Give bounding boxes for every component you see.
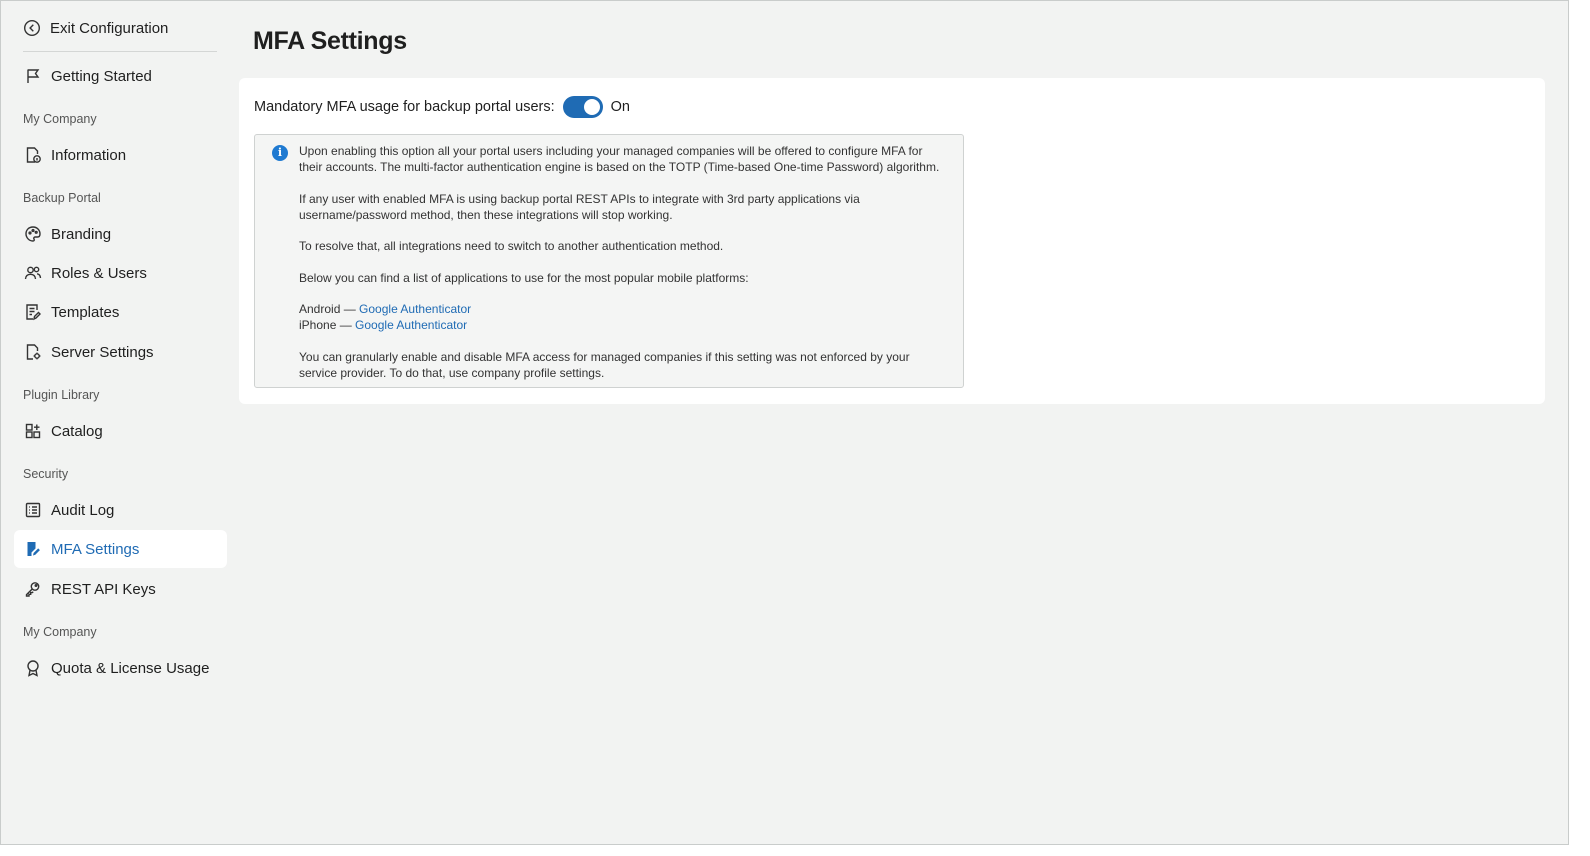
sidebar-divider <box>23 51 217 52</box>
sidebar-item-catalog[interactable]: Catalog <box>14 412 227 450</box>
android-label: Android — <box>299 302 356 316</box>
info-box: i Upon enabling this option all your por… <box>254 134 964 388</box>
exit-configuration-button[interactable]: Exit Configuration <box>23 15 168 41</box>
mfa-toggle-label: Mandatory MFA usage for backup portal us… <box>254 99 555 115</box>
document-gear-icon <box>24 343 42 361</box>
back-circle-icon <box>23 19 41 37</box>
sidebar-item-roles-users[interactable]: Roles & Users <box>14 254 227 292</box>
sidebar-item-label: Roles & Users <box>51 264 147 282</box>
list-icon <box>24 501 42 519</box>
sidebar: Exit Configuration Getting Started My Co… <box>1 1 239 844</box>
sidebar-item-label: Server Settings <box>51 343 154 361</box>
sidebar-item-label: Quota & License Usage <box>51 659 210 677</box>
iphone-google-authenticator-link[interactable]: Google Authenticator <box>355 318 467 332</box>
sidebar-item-label: MFA Settings <box>51 540 140 558</box>
sidebar-item-branding[interactable]: Branding <box>14 215 227 253</box>
badge-icon <box>24 659 42 677</box>
sidebar-item-label: Branding <box>51 225 112 243</box>
sidebar-item-rest-api-keys[interactable]: REST API Keys <box>14 570 227 608</box>
document-edit-icon <box>24 303 42 321</box>
sidebar-item-label: Information <box>51 146 127 164</box>
toggle-knob <box>583 99 600 115</box>
sidebar-item-label: Getting Started <box>51 67 152 85</box>
key-icon <box>24 580 42 598</box>
exit-configuration-label: Exit Configuration <box>50 19 169 37</box>
android-app-row: Android — Google Authenticator <box>299 301 949 317</box>
sidebar-item-mfa-settings[interactable]: MFA Settings <box>14 530 227 568</box>
info-paragraph: Below you can find a list of application… <box>299 270 749 285</box>
sidebar-item-templates[interactable]: Templates <box>14 293 227 331</box>
info-paragraph: Upon enabling this option all your porta… <box>299 144 940 174</box>
document-info-icon <box>24 146 42 164</box>
iphone-label: iPhone — <box>299 318 352 332</box>
sidebar-item-audit-log[interactable]: Audit Log <box>14 491 227 529</box>
mfa-toggle-switch[interactable] <box>562 96 603 118</box>
sidebar-item-label: Templates <box>51 303 120 321</box>
android-google-authenticator-link[interactable]: Google Authenticator <box>359 302 471 316</box>
mfa-settings-card: Mandatory MFA usage for backup portal us… <box>239 78 1545 404</box>
info-paragraph: You can granularly enable and disable MF… <box>299 349 910 380</box>
grid-plus-icon <box>24 422 42 440</box>
sidebar-item-server-settings[interactable]: Server Settings <box>14 333 227 371</box>
sidebar-item-label: Audit Log <box>51 501 115 519</box>
palette-icon <box>24 225 42 243</box>
section-label-my-company-2: My Company <box>23 625 97 639</box>
info-icon: i <box>272 145 288 161</box>
info-paragraph: To resolve that, all integrations need t… <box>299 239 724 253</box>
info-paragraph: If any user with enabled MFA is using ba… <box>299 191 860 222</box>
page-title: MFA Settings <box>253 27 407 55</box>
section-label-plugin-library: Plugin Library <box>23 388 100 402</box>
mfa-toggle-state: On <box>610 99 630 115</box>
sidebar-item-getting-started[interactable]: Getting Started <box>14 57 227 95</box>
sidebar-item-quota-license[interactable]: Quota & License Usage <box>14 649 227 687</box>
section-label-security: Security <box>23 467 69 481</box>
mfa-device-icon <box>24 540 42 558</box>
mfa-toggle-row: Mandatory MFA usage for backup portal us… <box>254 95 630 119</box>
sidebar-item-information[interactable]: Information <box>14 136 227 174</box>
section-label-my-company: My Company <box>23 112 97 126</box>
section-label-backup-portal: Backup Portal <box>23 191 101 205</box>
iphone-app-row: iPhone — Google Authenticator <box>299 317 949 333</box>
app-window: Exit Configuration Getting Started My Co… <box>0 0 1569 845</box>
sidebar-item-label: REST API Keys <box>51 580 156 598</box>
users-icon <box>24 264 42 282</box>
flag-icon <box>24 67 42 85</box>
info-text: Upon enabling this option all your porta… <box>299 143 949 381</box>
sidebar-item-label: Catalog <box>51 422 103 440</box>
